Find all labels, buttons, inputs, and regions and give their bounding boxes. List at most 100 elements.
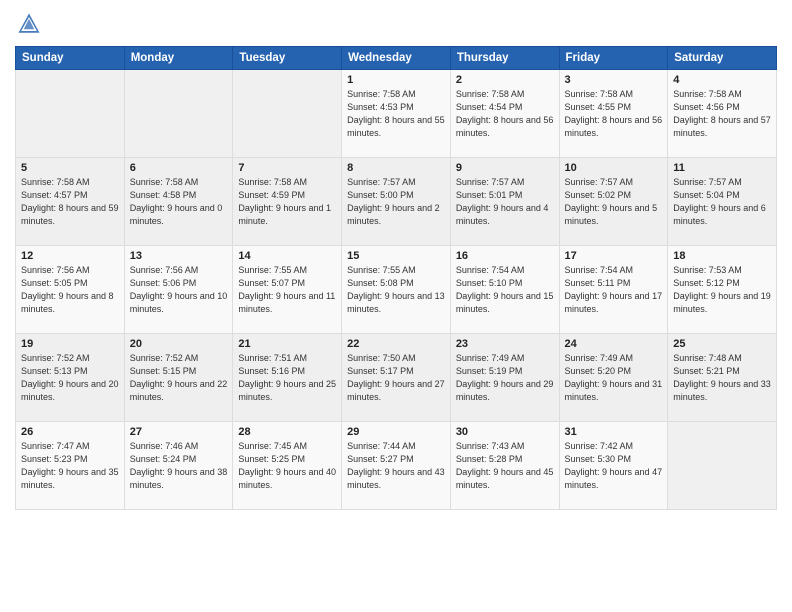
day-info: Sunrise: 7:58 AMSunset: 4:57 PMDaylight:… (21, 176, 119, 228)
daylight-text: Daylight: 9 hours and 27 minutes. (347, 379, 445, 402)
day-number: 26 (21, 426, 119, 438)
day-number: 2 (456, 74, 554, 86)
calendar-cell: 28Sunrise: 7:45 AMSunset: 5:25 PMDayligh… (233, 422, 342, 510)
day-number: 29 (347, 426, 445, 438)
day-number: 7 (238, 162, 336, 174)
sunset-text: Sunset: 5:27 PM (347, 454, 414, 464)
day-info: Sunrise: 7:55 AMSunset: 5:07 PMDaylight:… (238, 264, 336, 316)
day-info: Sunrise: 7:42 AMSunset: 5:30 PMDaylight:… (565, 440, 663, 492)
page-header (15, 10, 777, 38)
sunset-text: Sunset: 4:56 PM (673, 102, 740, 112)
day-info: Sunrise: 7:49 AMSunset: 5:19 PMDaylight:… (456, 352, 554, 404)
daylight-text: Daylight: 9 hours and 0 minutes. (130, 203, 223, 226)
calendar-cell: 24Sunrise: 7:49 AMSunset: 5:20 PMDayligh… (559, 334, 668, 422)
calendar-cell: 5Sunrise: 7:58 AMSunset: 4:57 PMDaylight… (16, 158, 125, 246)
sunset-text: Sunset: 5:19 PM (456, 366, 523, 376)
daylight-text: Daylight: 8 hours and 55 minutes. (347, 115, 445, 138)
sunrise-text: Sunrise: 7:43 AM (456, 441, 525, 451)
sunrise-text: Sunrise: 7:48 AM (673, 353, 742, 363)
sunset-text: Sunset: 4:58 PM (130, 190, 197, 200)
sunrise-text: Sunrise: 7:52 AM (21, 353, 90, 363)
daylight-text: Daylight: 9 hours and 5 minutes. (565, 203, 658, 226)
day-info: Sunrise: 7:56 AMSunset: 5:05 PMDaylight:… (21, 264, 119, 316)
sunrise-text: Sunrise: 7:46 AM (130, 441, 199, 451)
day-number: 11 (673, 162, 771, 174)
calendar-cell: 2 Sunrise: 7:58 AM Sunset: 4:54 PM Daylight… (450, 70, 559, 158)
day-info: Sunrise: 7:58 AM Sunset: 4:54 PM Daylight:… (456, 88, 554, 140)
sunset-text: Sunset: 5:00 PM (347, 190, 414, 200)
day-header-thursday: Thursday (450, 47, 559, 70)
logo-icon (15, 10, 43, 38)
sunrise-text: Sunrise: 7:58 AM (21, 177, 90, 187)
calendar-cell: 18Sunrise: 7:53 AMSunset: 5:12 PMDayligh… (668, 246, 777, 334)
sunrise-text: Sunrise: 7:52 AM (130, 353, 199, 363)
day-number: 27 (130, 426, 228, 438)
day-number: 25 (673, 338, 771, 350)
day-header-saturday: Saturday (668, 47, 777, 70)
day-number: 30 (456, 426, 554, 438)
day-number: 17 (565, 250, 663, 262)
sunrise-text: Sunrise: 7:42 AM (565, 441, 634, 451)
day-info: Sunrise: 7:52 AMSunset: 5:15 PMDaylight:… (130, 352, 228, 404)
sunset-text: Sunset: 5:24 PM (130, 454, 197, 464)
sunset-text: Sunset: 5:21 PM (673, 366, 740, 376)
daylight-text: Daylight: 9 hours and 43 minutes. (347, 467, 445, 490)
week-row-2: 5Sunrise: 7:58 AMSunset: 4:57 PMDaylight… (16, 158, 777, 246)
day-info: Sunrise: 7:52 AMSunset: 5:13 PMDaylight:… (21, 352, 119, 404)
calendar-cell: 17Sunrise: 7:54 AMSunset: 5:11 PMDayligh… (559, 246, 668, 334)
sunset-text: Sunset: 4:54 PM (456, 102, 523, 112)
day-info: Sunrise: 7:58 AM Sunset: 4:55 PM Daylight:… (565, 88, 663, 140)
calendar-cell: 16Sunrise: 7:54 AMSunset: 5:10 PMDayligh… (450, 246, 559, 334)
day-header-monday: Monday (124, 47, 233, 70)
day-header-friday: Friday (559, 47, 668, 70)
days-header: SundayMondayTuesdayWednesdayThursdayFrid… (16, 47, 777, 70)
day-info: Sunrise: 7:51 AMSunset: 5:16 PMDaylight:… (238, 352, 336, 404)
calendar-cell: 12Sunrise: 7:56 AMSunset: 5:05 PMDayligh… (16, 246, 125, 334)
calendar-cell (233, 70, 342, 158)
sunset-text: Sunset: 5:28 PM (456, 454, 523, 464)
calendar-cell: 29Sunrise: 7:44 AMSunset: 5:27 PMDayligh… (342, 422, 451, 510)
calendar-cell: 11Sunrise: 7:57 AMSunset: 5:04 PMDayligh… (668, 158, 777, 246)
calendar-cell: 4Sunrise: 7:58 AMSunset: 4:56 PMDaylight… (668, 70, 777, 158)
sunset-text: Sunset: 5:04 PM (673, 190, 740, 200)
week-row-5: 26 Sunrise: 7:47 AMSunset: 5:23 PMDayligh… (16, 422, 777, 510)
sunset-text: Sunset: 4:55 PM (565, 102, 632, 112)
calendar-cell: 9Sunrise: 7:57 AMSunset: 5:01 PMDaylight… (450, 158, 559, 246)
day-info: Sunrise: 7:57 AMSunset: 5:02 PMDaylight:… (565, 176, 663, 228)
day-number: 24 (565, 338, 663, 350)
day-number: 14 (238, 250, 336, 262)
sunset-text: Sunset: 5:15 PM (130, 366, 197, 376)
calendar-cell: 21Sunrise: 7:51 AMSunset: 5:16 PMDayligh… (233, 334, 342, 422)
calendar-cell: 15Sunrise: 7:55 AMSunset: 5:08 PMDayligh… (342, 246, 451, 334)
daylight-text: Daylight: 9 hours and 45 minutes. (456, 467, 554, 490)
daylight-text: Daylight: 9 hours and 8 minutes. (21, 291, 114, 314)
daylight-text: Daylight: 9 hours and 1 minute. (238, 203, 331, 226)
calendar-cell: 20Sunrise: 7:52 AMSunset: 5:15 PMDayligh… (124, 334, 233, 422)
sunset-text: Sunset: 5:06 PM (130, 278, 197, 288)
day-info: Sunrise: 7:47 AMSunset: 5:23 PMDaylight:… (21, 440, 119, 492)
sunset-text: Sunset: 5:13 PM (21, 366, 88, 376)
daylight-text: Daylight: 9 hours and 19 minutes. (673, 291, 771, 314)
sunrise-text: Sunrise: 7:58 AM (456, 89, 525, 99)
sunrise-text: Sunrise: 7:58 AM (673, 89, 742, 99)
calendar-cell: 1Sunrise: 7:58 AMSunset: 4:53 PMDaylight… (342, 70, 451, 158)
sunset-text: Sunset: 5:10 PM (456, 278, 523, 288)
week-row-3: 12Sunrise: 7:56 AMSunset: 5:05 PMDayligh… (16, 246, 777, 334)
calendar-cell: 8Sunrise: 7:57 AMSunset: 5:00 PMDaylight… (342, 158, 451, 246)
daylight-text: Daylight: 8 hours and 56 minutes. (456, 115, 554, 138)
day-header-tuesday: Tuesday (233, 47, 342, 70)
calendar-cell (668, 422, 777, 510)
daylight-text: Daylight: 9 hours and 25 minutes. (238, 379, 336, 402)
daylight-text: Daylight: 9 hours and 11 minutes. (238, 291, 335, 314)
calendar-cell: 25Sunrise: 7:48 AMSunset: 5:21 PMDayligh… (668, 334, 777, 422)
day-number: 19 (21, 338, 119, 350)
sunrise-text: Sunrise: 7:58 AM (565, 89, 634, 99)
daylight-text: Daylight: 9 hours and 10 minutes. (130, 291, 228, 314)
sunrise-text: Sunrise: 7:45 AM (238, 441, 307, 451)
calendar-cell: 10Sunrise: 7:57 AMSunset: 5:02 PMDayligh… (559, 158, 668, 246)
sunrise-text: Sunrise: 7:51 AM (238, 353, 307, 363)
sunrise-text: Sunrise: 7:47 AM (21, 441, 90, 451)
day-number: 3 (565, 74, 663, 86)
daylight-text: Daylight: 8 hours and 56 minutes. (565, 115, 663, 138)
sunset-text: Sunset: 5:01 PM (456, 190, 523, 200)
